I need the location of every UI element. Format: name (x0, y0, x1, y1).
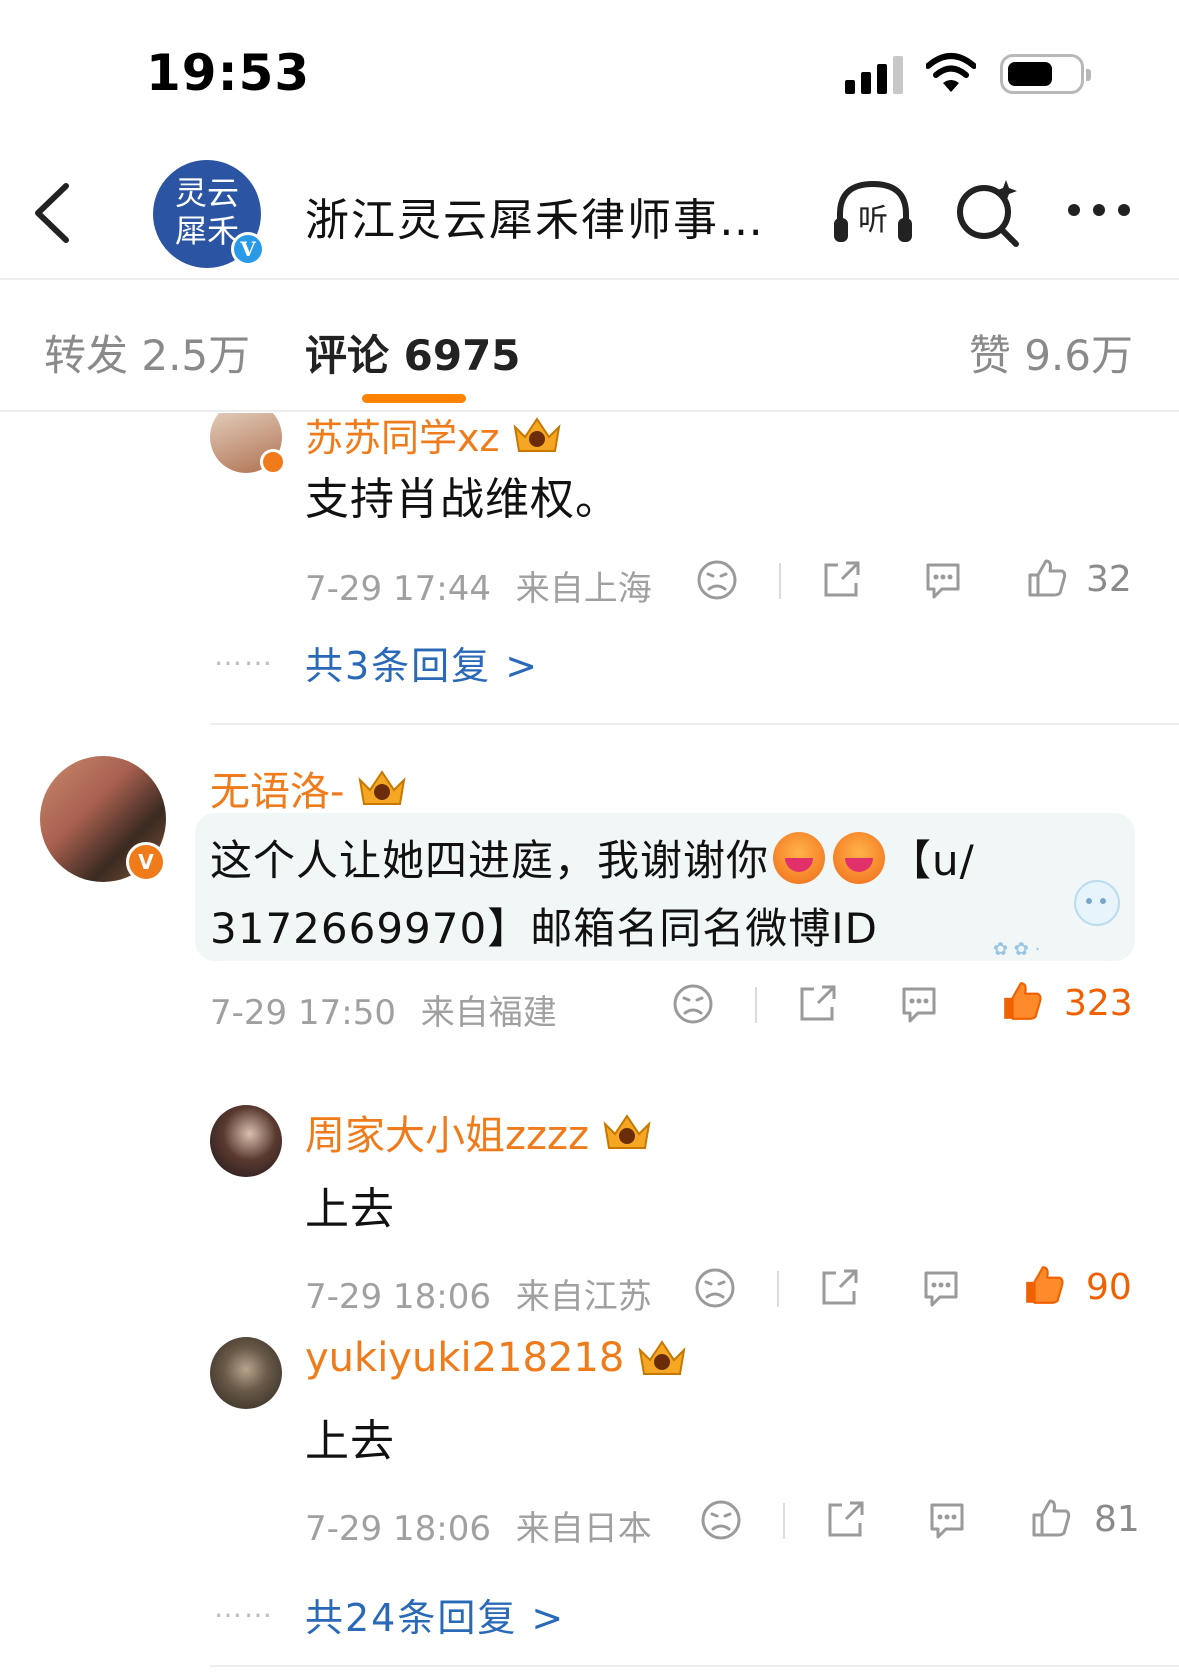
comment-location: 来自上海 (515, 569, 652, 609)
share-icon[interactable] (796, 983, 838, 1025)
crown-icon (358, 770, 406, 805)
replies-dots: …… (214, 1591, 274, 1624)
divider (783, 1503, 785, 1539)
divider (779, 563, 781, 599)
comment-location: 来自福建 (420, 993, 557, 1033)
tab-comments[interactable]: 评论 6975 (305, 322, 521, 383)
dislike-icon[interactable] (700, 1499, 742, 1541)
comment-location: 来自日本 (515, 1509, 652, 1549)
comment-icon[interactable] (898, 983, 940, 1025)
tab-likes[interactable]: 赞 9.6万 (969, 322, 1133, 383)
like-count: 323 (1064, 983, 1133, 1024)
sticker-decoration-icon: ✿ ✿ · (993, 880, 1120, 960)
comment-icon[interactable] (920, 1267, 962, 1309)
comment-meta: 7-29 18:06 来自江苏 (305, 1269, 652, 1318)
dislike-icon[interactable] (694, 1267, 736, 1309)
crown-icon (603, 1114, 651, 1149)
avatar[interactable] (210, 1337, 282, 1409)
comment-time: 7-29 17:44 (305, 569, 491, 609)
back-icon[interactable] (30, 178, 80, 248)
comment-meta: 7-29 17:44 来自上海 (305, 561, 652, 610)
comment-time: 7-29 18:06 (305, 1509, 491, 1549)
crown-icon (638, 1340, 686, 1375)
share-icon[interactable] (818, 1267, 860, 1309)
like-count: 32 (1086, 559, 1132, 600)
like-count: 81 (1094, 1499, 1140, 1540)
hug-emoji-icon (833, 831, 886, 884)
share-icon[interactable] (820, 559, 862, 601)
dislike-icon[interactable] (672, 983, 714, 1025)
comment-username[interactable]: 苏苏同学xz (305, 413, 565, 462)
avatar[interactable]: V (40, 756, 166, 882)
crown-icon (513, 416, 561, 452)
comment-text-line2: 3172669970】邮箱名同名微博ID (210, 904, 878, 953)
hug-emoji-icon (773, 831, 826, 884)
listen-icon[interactable]: 听 (830, 178, 916, 248)
view-replies-link[interactable]: 共3条回复 > (305, 635, 539, 690)
comment-icon[interactable] (922, 559, 964, 601)
top-nav-bar: 灵云犀禾 V 浙江灵云犀禾律师事… 听 (0, 140, 1179, 280)
svg-text:✿ ✿ ·: ✿ ✿ · (993, 939, 1040, 960)
verified-icon: V (126, 842, 166, 882)
active-tab-indicator (362, 394, 466, 403)
comment-text: 上去 (305, 1416, 395, 1467)
avatar[interactable] (210, 1105, 282, 1177)
comment-username[interactable]: yukiyuki218218 (305, 1335, 690, 1381)
more-icon[interactable] (1068, 202, 1134, 222)
divider (210, 723, 1179, 725)
comment-time: 7-29 17:50 (210, 993, 396, 1033)
divider (210, 1665, 1179, 1667)
account-avatar[interactable]: 灵云犀禾 V (153, 160, 265, 268)
tab-reposts[interactable]: 转发 2.5万 (44, 322, 250, 383)
page-title[interactable]: 浙江灵云犀禾律师事… (305, 184, 765, 248)
comment-text: 上去 (305, 1184, 395, 1235)
share-icon[interactable] (824, 1499, 866, 1541)
comment-text: 这个人让她四进庭，我谢谢你 【u/ (210, 827, 975, 888)
stats-tabs: 转发 2.5万 评论 6975 赞 9.6万 (0, 282, 1179, 412)
like-count: 90 (1086, 1267, 1132, 1308)
replies-dots: …… (214, 639, 274, 672)
view-replies-link[interactable]: 共24条回复 > (305, 1587, 565, 1642)
like-icon[interactable] (1026, 557, 1068, 599)
comment-text: 支持肖战维权。 (305, 474, 620, 525)
like-icon[interactable] (1000, 979, 1044, 1023)
like-icon[interactable] (1030, 1497, 1072, 1539)
comment-icon[interactable] (926, 1499, 968, 1541)
comment-username[interactable]: 无语洛- (210, 759, 410, 817)
svg-text:听: 听 (858, 203, 888, 238)
comment-list: 苏苏同学xz 支持肖战维权。 7-29 17:44 来自上海 32 …… 共3条… (0, 413, 1179, 1677)
avatar[interactable] (210, 413, 286, 475)
like-icon[interactable] (1022, 1263, 1066, 1307)
comment-username[interactable]: 周家大小姐zzzz (305, 1103, 655, 1161)
search-icon[interactable] (952, 176, 1024, 248)
battery-icon (1000, 54, 1091, 94)
status-time: 19:53 (146, 44, 311, 102)
cellular-signal-icon (845, 54, 903, 94)
divider (755, 987, 757, 1023)
verified-icon (260, 449, 286, 475)
comment-meta: 7-29 18:06 来自日本 (305, 1501, 652, 1550)
wifi-icon (926, 53, 976, 92)
comment-time: 7-29 18:06 (305, 1277, 491, 1317)
comment-location: 来自江苏 (515, 1277, 652, 1317)
dislike-icon[interactable] (696, 559, 738, 601)
comment-meta: 7-29 17:50 来自福建 (210, 985, 557, 1034)
verified-icon: V (231, 232, 265, 266)
status-bar: 19:53 (0, 0, 1179, 140)
divider (777, 1271, 779, 1307)
